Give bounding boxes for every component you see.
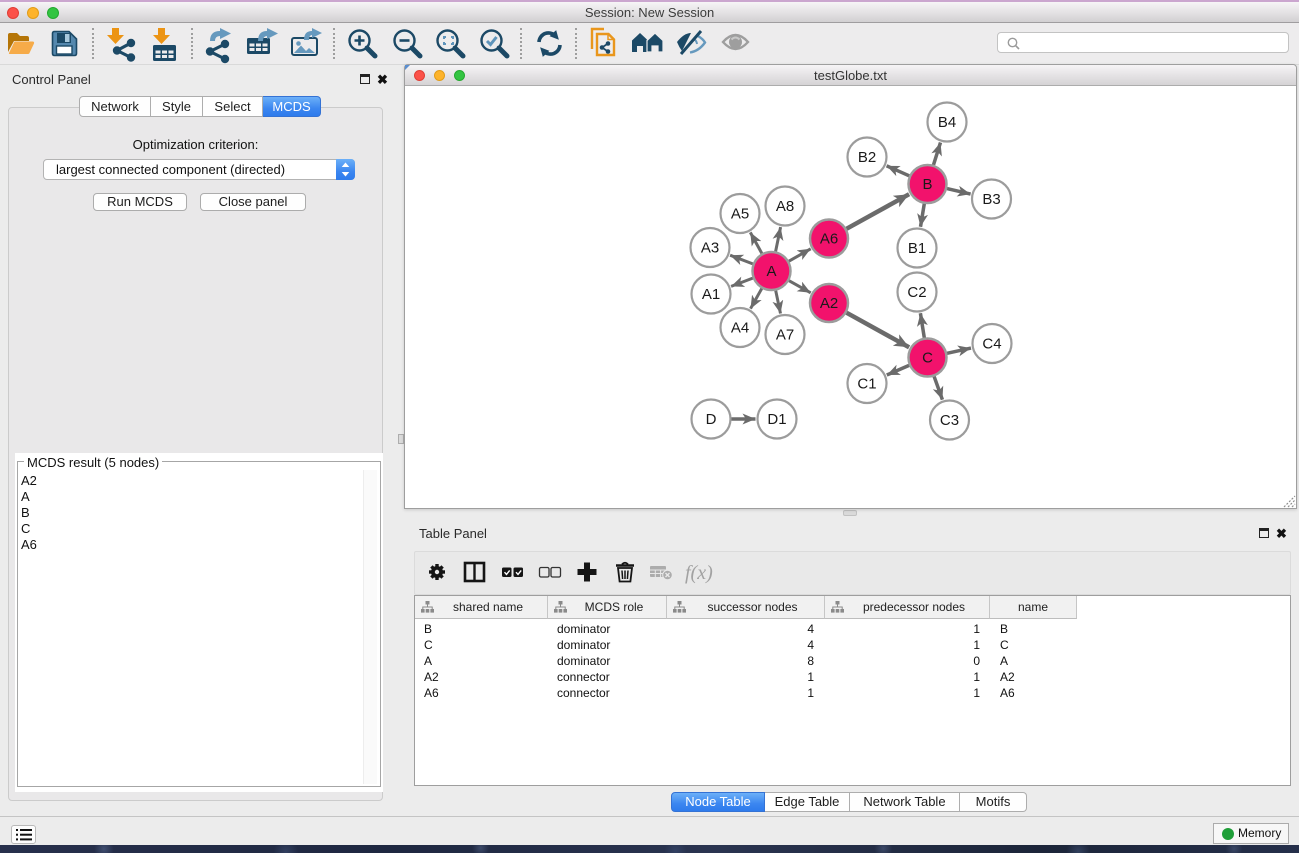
svg-text:f(x): f(x) xyxy=(685,562,713,584)
svg-text:B3: B3 xyxy=(982,191,1000,208)
svg-text:A7: A7 xyxy=(776,327,794,344)
svg-text:A6: A6 xyxy=(820,231,838,248)
svg-text:A1: A1 xyxy=(702,286,720,303)
svg-text:D1: D1 xyxy=(767,411,786,428)
svg-text:A5: A5 xyxy=(731,206,749,223)
svg-text:A: A xyxy=(766,263,776,280)
svg-text:A3: A3 xyxy=(701,240,719,257)
svg-text:B2: B2 xyxy=(858,149,876,166)
svg-text:B: B xyxy=(922,176,932,193)
svg-text:A4: A4 xyxy=(731,320,749,337)
svg-text:C: C xyxy=(922,350,933,367)
svg-text:B4: B4 xyxy=(938,114,956,131)
svg-text:C2: C2 xyxy=(907,284,926,301)
svg-text:B1: B1 xyxy=(908,240,926,257)
svg-text:D: D xyxy=(706,411,717,428)
svg-text:A2: A2 xyxy=(820,295,838,312)
svg-text:C4: C4 xyxy=(982,336,1001,353)
svg-text:A8: A8 xyxy=(776,198,794,215)
svg-text:C3: C3 xyxy=(940,412,959,429)
svg-text:C1: C1 xyxy=(857,376,876,393)
